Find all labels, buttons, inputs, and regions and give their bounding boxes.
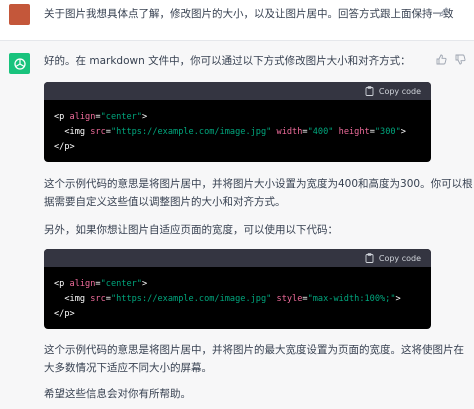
paragraph-line: 这个示例代码的意思是将图片居中，并将图片的最大宽度设置为页面的宽度。这将使图片在 [44, 344, 464, 356]
assistant-intro-text: 好的。在 markdown 文件中，你可以通过以下方式修改图片大小和对齐方式： [44, 55, 411, 67]
chatgpt-logo-icon [9, 53, 30, 74]
code-token: </p> [54, 309, 75, 319]
code-token: align [69, 112, 96, 122]
edit-icon[interactable] [438, 6, 450, 18]
user-message-text: 关于图片我想具体点了解，修改图片的大小，以及让图片居中。回答方式跟上面保持一致 [44, 8, 454, 20]
code-content: <p align="center"> <img src="https://exa… [54, 112, 406, 152]
code-token: "400" [307, 127, 334, 137]
code-token: "max-width:100%;" [307, 294, 396, 304]
clipboard-icon [365, 253, 374, 263]
code-block-2: Copy code <p align="center"> <img src="h… [44, 249, 431, 329]
code-token: <img [54, 294, 91, 304]
copy-code-label: Copy code [378, 86, 421, 96]
assistant-paragraph-4: 希望这些信息会对你有所帮助。 [44, 388, 191, 400]
code-token: <p [54, 112, 70, 122]
paragraph-line: 大多数情况下适应不同大小的屏幕。 [44, 362, 212, 374]
code-token: "300" [374, 127, 401, 137]
code-token: "center" [100, 279, 142, 289]
code-token: </p> [54, 142, 75, 152]
paragraph-line: 据需要自定义这些值以调整图片的大小和对齐方式。 [44, 196, 286, 208]
code-token: src [90, 294, 106, 304]
code-token: "https://example.com/image.jpg" [110, 294, 272, 304]
code-token: <p [54, 279, 70, 289]
code-token: > [142, 112, 148, 122]
copy-code-button[interactable]: Copy code [365, 252, 421, 264]
code-token: > [142, 279, 148, 289]
code-block-header: Copy code [44, 249, 431, 267]
code-token: > [400, 127, 406, 137]
code-token: <img [54, 127, 91, 137]
code-block-header: Copy code [44, 82, 431, 100]
code-token: src [90, 127, 106, 137]
code-content: <p align="center"> <img src="https://exa… [54, 279, 401, 319]
paragraph-line: 这个示例代码的意思是将图片居中，并将图片大小设置为宽度为400和高度为300。你… [44, 178, 473, 190]
code-token: "center" [100, 112, 142, 122]
assistant-message: 好的。在 markdown 文件中，你可以通过以下方式修改图片大小和对齐方式： … [0, 41, 474, 409]
assistant-paragraph-3: 这个示例代码的意思是将图片居中，并将图片的最大宽度设置为页面的宽度。这将使图片在… [44, 341, 464, 377]
thumbs-up-icon[interactable] [436, 54, 447, 65]
code-token: > [395, 294, 401, 304]
assistant-paragraph-2: 另外，如果你想让图片自适应页面的宽度，可以使用以下代码： [44, 224, 338, 236]
code-token: height [338, 127, 370, 137]
code-token: align [69, 279, 96, 289]
user-message-row: 关于图片我想具体点了解，修改图片的大小，以及让图片居中。回答方式跟上面保持一致 [0, 0, 474, 41]
thumbs-down-icon[interactable] [455, 54, 466, 65]
code-token: width [276, 127, 303, 137]
user-avatar [9, 4, 30, 25]
copy-code-label: Copy code [378, 253, 421, 263]
code-token: "https://example.com/image.jpg" [110, 127, 272, 137]
clipboard-icon [365, 86, 374, 96]
code-token: style [276, 294, 303, 304]
code-block-1: Copy code <p align="center"> <img src="h… [44, 82, 431, 162]
assistant-paragraph-1: 这个示例代码的意思是将图片居中，并将图片大小设置为宽度为400和高度为300。你… [44, 175, 473, 211]
copy-code-button[interactable]: Copy code [365, 85, 421, 97]
